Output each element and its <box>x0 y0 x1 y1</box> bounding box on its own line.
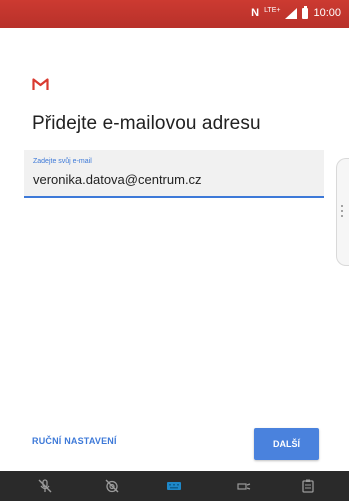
status-bar: N LTE+ 10:00 <box>0 0 349 28</box>
manual-setup-link[interactable]: RUČNÍ NASTAVENÍ <box>32 436 117 446</box>
email-field-underline <box>24 196 324 198</box>
camera-off-icon[interactable] <box>104 478 120 494</box>
nfc-indicator: N <box>251 7 260 19</box>
signal-icon <box>285 7 298 19</box>
status-indicators: N LTE+ 10:00 <box>251 5 341 19</box>
email-field-label: Zadejte svůj e-mail <box>33 158 92 165</box>
edge-handle-grip-icon <box>341 205 344 220</box>
battery-icon <box>302 5 309 19</box>
lte-indicator: LTE+ <box>264 6 281 14</box>
email-field[interactable]: Zadejte svůj e-mail veronika.datova@cent… <box>24 150 324 198</box>
clipboard-icon[interactable] <box>300 478 316 494</box>
edge-panel-handle[interactable] <box>336 158 349 266</box>
email-field-value[interactable]: veronika.datova@centrum.cz <box>33 172 202 187</box>
status-time: 10:00 <box>313 7 341 19</box>
cast-icon[interactable] <box>236 478 252 494</box>
bottom-toolbar <box>0 471 349 501</box>
mic-off-icon[interactable] <box>37 478 53 494</box>
keyboard-icon[interactable] <box>166 478 182 494</box>
page-title: Přidejte e-mailovou adresu <box>32 113 261 134</box>
next-button[interactable]: DALŠÍ <box>254 428 319 460</box>
gmail-logo-icon <box>32 78 49 90</box>
